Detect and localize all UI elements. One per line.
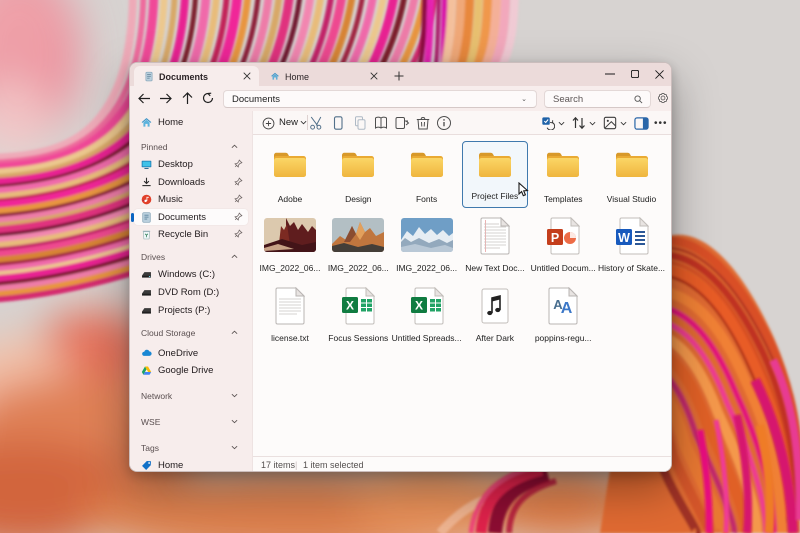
svg-text:X: X	[415, 299, 423, 313]
svg-text:X: X	[346, 299, 354, 313]
svg-text:W: W	[618, 231, 630, 245]
svg-text:P: P	[551, 231, 559, 245]
svg-text:A: A	[561, 300, 573, 317]
